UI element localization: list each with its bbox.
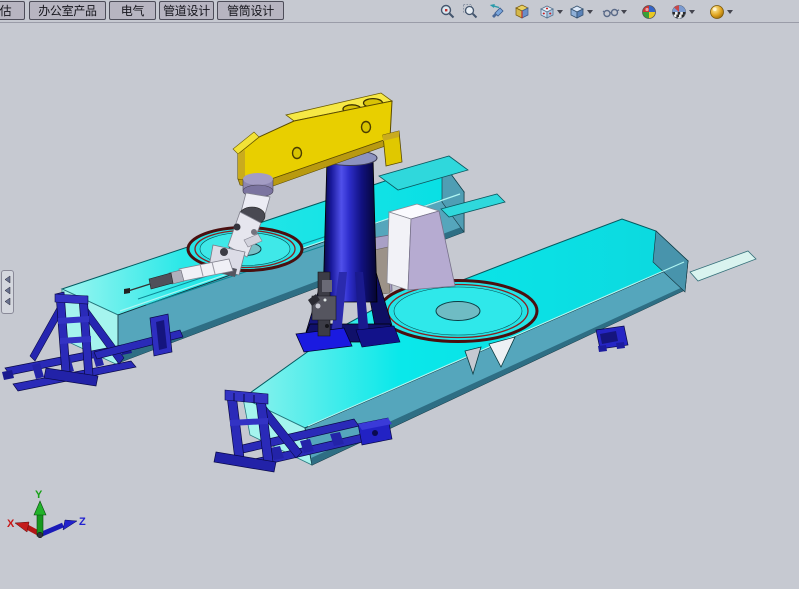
z-axis-arrow [63, 520, 77, 530]
view-orientation-icon[interactable] [537, 2, 557, 22]
tab-office-products[interactable]: 办公室产品 [29, 1, 106, 20]
edit-appearance-icon[interactable] [639, 2, 659, 22]
feature-panel-flyout[interactable] [1, 270, 14, 314]
tab-evaluate-clipped[interactable]: 估 [0, 1, 25, 20]
flyout-arrow-icon [5, 298, 10, 305]
heads-up-view-toolbar [438, 2, 733, 22]
apply-scene-icon[interactable] [669, 2, 689, 22]
graphics-viewport[interactable]: X Y Z [0, 0, 799, 589]
previous-view-icon[interactable] [487, 2, 507, 22]
x-axis-arrow [15, 522, 29, 532]
y-axis-arrow [34, 501, 46, 515]
tab-piping-design[interactable]: 管道设计 [159, 1, 214, 20]
display-style-icon[interactable] [567, 2, 587, 22]
apply-scene-dropdown[interactable] [689, 2, 695, 22]
hide-show-items-dropdown[interactable] [621, 2, 627, 22]
x-axis-label: X [7, 518, 15, 530]
flyout-arrow-icon [5, 276, 10, 283]
reference-triad[interactable]: X Y Z [7, 489, 86, 538]
display-style-dropdown[interactable] [587, 2, 593, 22]
z-axis-label: Z [79, 516, 86, 528]
tab-tube-design[interactable]: 管筒设计 [217, 1, 284, 20]
beam-ring-right[interactable] [379, 281, 537, 342]
view-settings-dropdown[interactable] [727, 2, 733, 22]
view-settings-icon[interactable] [707, 2, 727, 22]
section-view-icon[interactable] [512, 2, 532, 22]
zoom-to-area-icon[interactable] [461, 2, 481, 22]
flyout-arrow-icon [5, 287, 10, 294]
beam-right-rail [690, 251, 756, 281]
y-axis-label: Y [35, 489, 43, 501]
solidworks-window: X Y Z 估 办公室产品 电气 管道设计 管筒设计 [0, 0, 799, 589]
tab-electrical[interactable]: 电气 [109, 1, 156, 20]
zoom-to-fit-icon[interactable] [438, 2, 458, 22]
hide-show-items-icon[interactable] [601, 2, 621, 22]
view-orientation-dropdown[interactable] [557, 2, 563, 22]
